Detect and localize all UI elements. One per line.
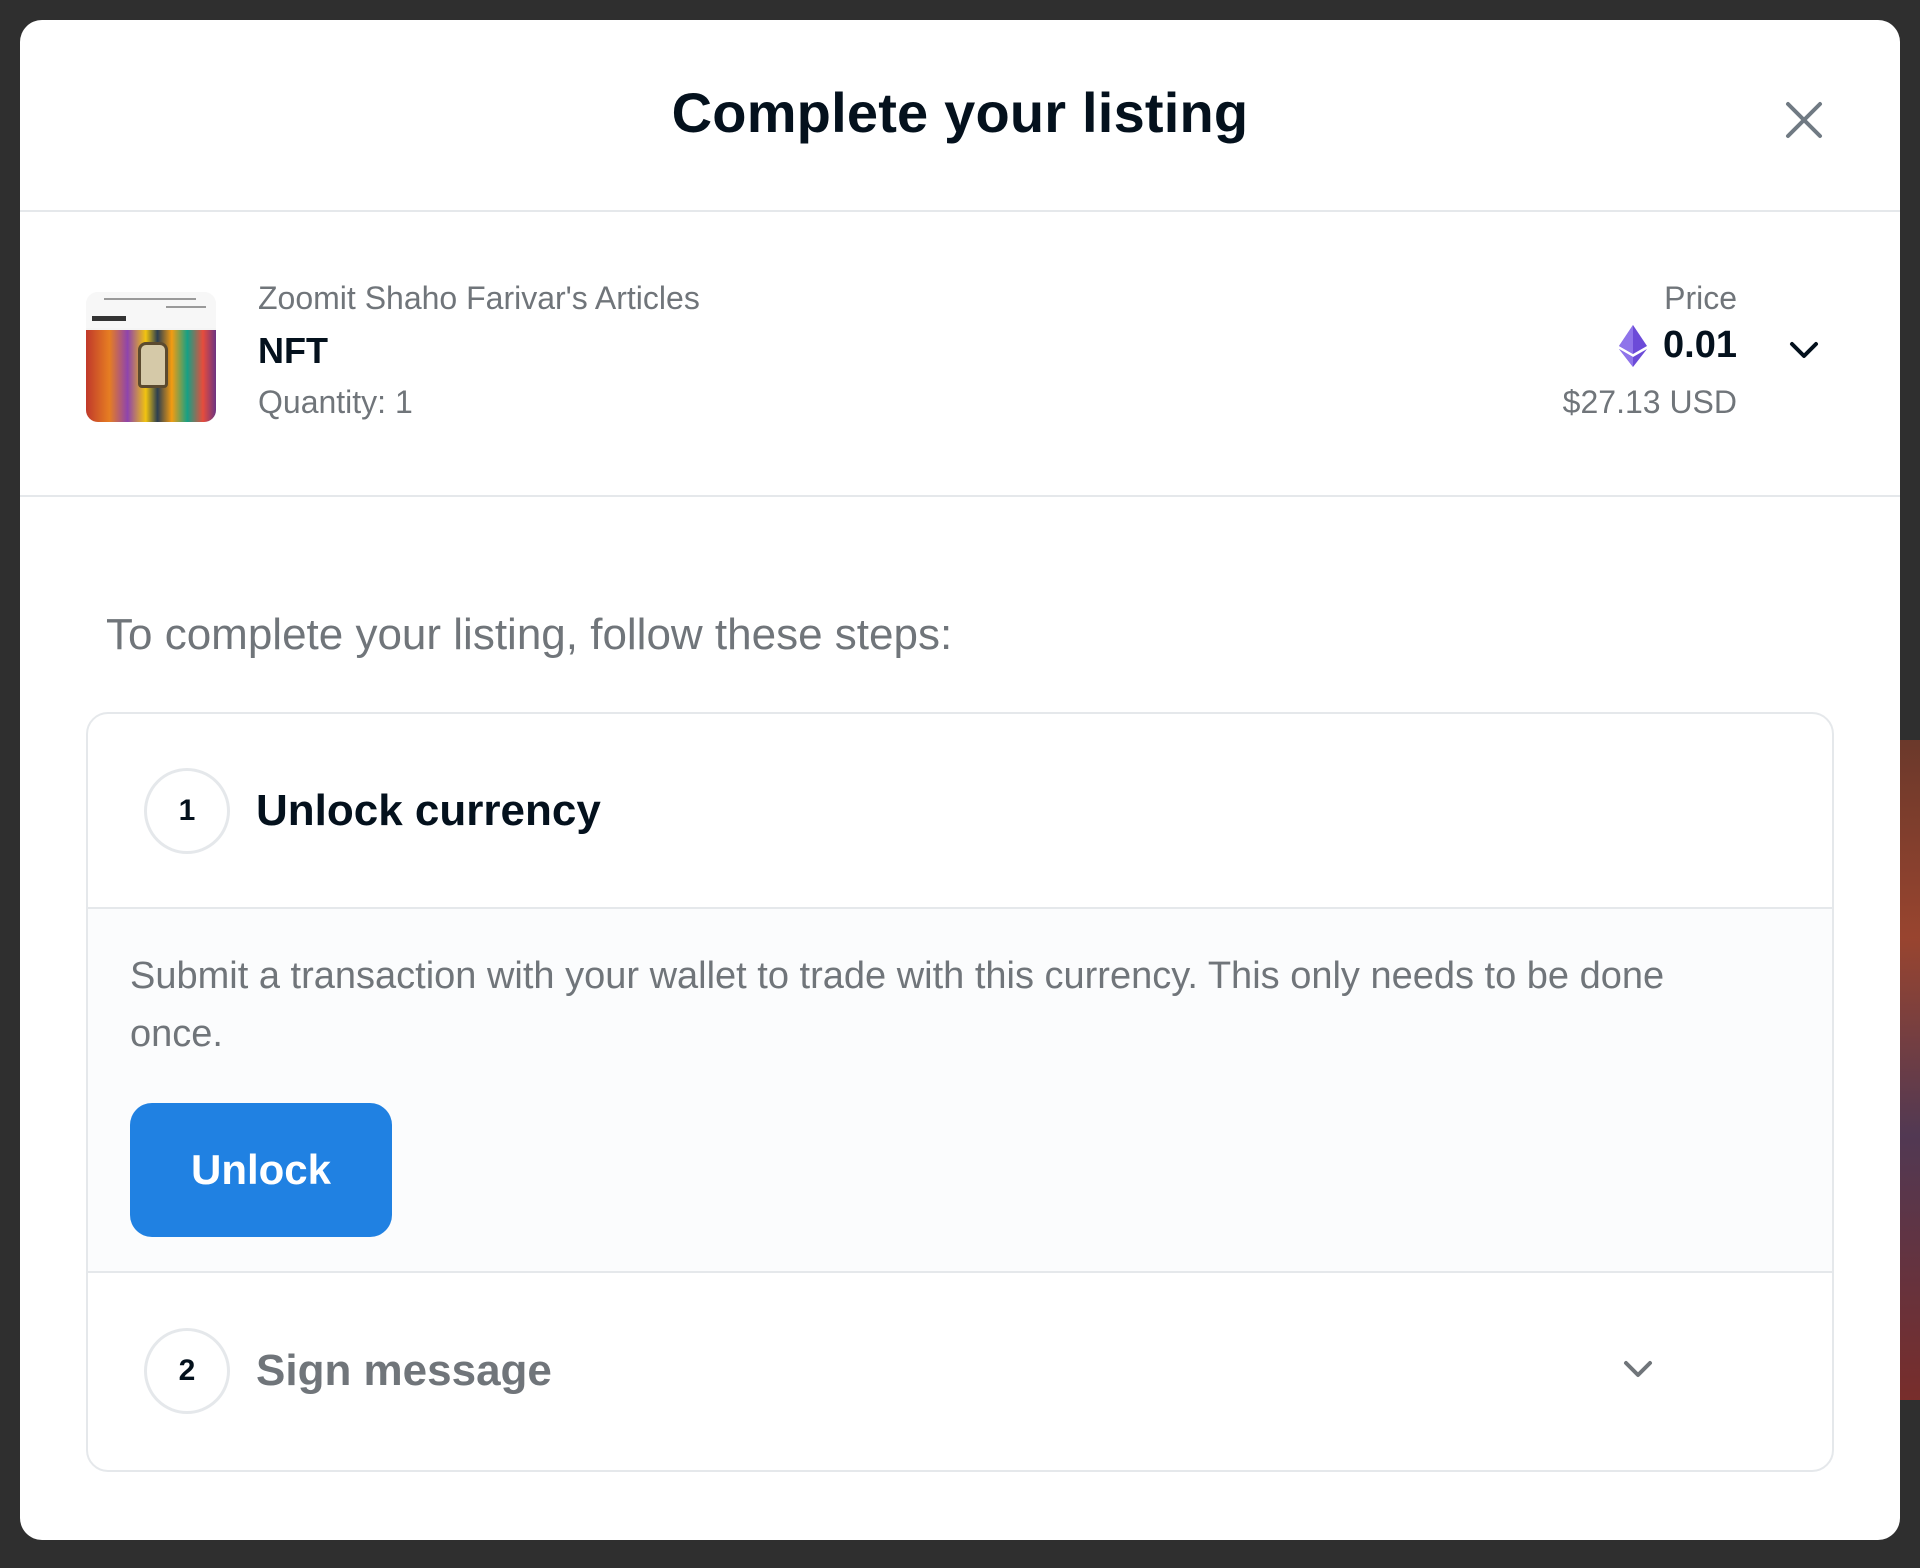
step-2-number: 2	[144, 1327, 230, 1414]
modal-title: Complete your listing	[671, 80, 1249, 144]
collection-name[interactable]: Zoomit Shaho Farivar's Articles	[258, 280, 700, 317]
chevron-down-icon	[1790, 342, 1818, 358]
modal-header: Complete your listing	[20, 20, 1900, 212]
listing-modal: Complete your listing Zoomit Shaho Fariv…	[20, 20, 1900, 1540]
step-2-header[interactable]: 2 Sign message	[88, 1273, 1832, 1468]
step-1-number: 1	[144, 767, 230, 854]
background-artwork-edge	[1898, 740, 1920, 1400]
close-button[interactable]	[1782, 98, 1826, 142]
step-1-title: Unlock currency	[256, 785, 601, 835]
step-2-expand-button[interactable]	[1620, 1351, 1656, 1387]
step-2-title: Sign message	[256, 1345, 552, 1395]
step-1-description: Submit a transaction with your wallet to…	[130, 955, 1665, 1055]
price-label: Price	[1664, 280, 1737, 316]
step-1-header[interactable]: 1 Unlock currency	[88, 714, 1832, 909]
ethereum-icon	[1619, 324, 1648, 367]
close-icon	[1786, 102, 1822, 138]
thumbnail-header	[86, 292, 216, 328]
item-summary: Zoomit Shaho Farivar's Articles NFT Quan…	[20, 212, 1900, 497]
price-value: 0.01	[1619, 324, 1737, 367]
price-expand-button[interactable]	[1786, 332, 1822, 368]
steps-instructions: To complete your listing, follow these s…	[106, 610, 953, 659]
nft-thumbnail	[86, 292, 216, 422]
item-quantity: Quantity: 1	[258, 384, 413, 420]
step-1-body: Submit a transaction with your wallet to…	[88, 909, 1832, 1273]
price-usd-amount: $27.13 USD	[1562, 384, 1737, 420]
unlock-button[interactable]: Unlock	[130, 1103, 392, 1237]
chevron-down-icon	[1624, 1361, 1652, 1377]
price-eth-amount: 0.01	[1663, 324, 1737, 366]
steps-card: 1 Unlock currency Submit a transaction w…	[86, 712, 1834, 1472]
item-name: NFT	[258, 330, 328, 371]
thumbnail-figure	[138, 342, 168, 388]
